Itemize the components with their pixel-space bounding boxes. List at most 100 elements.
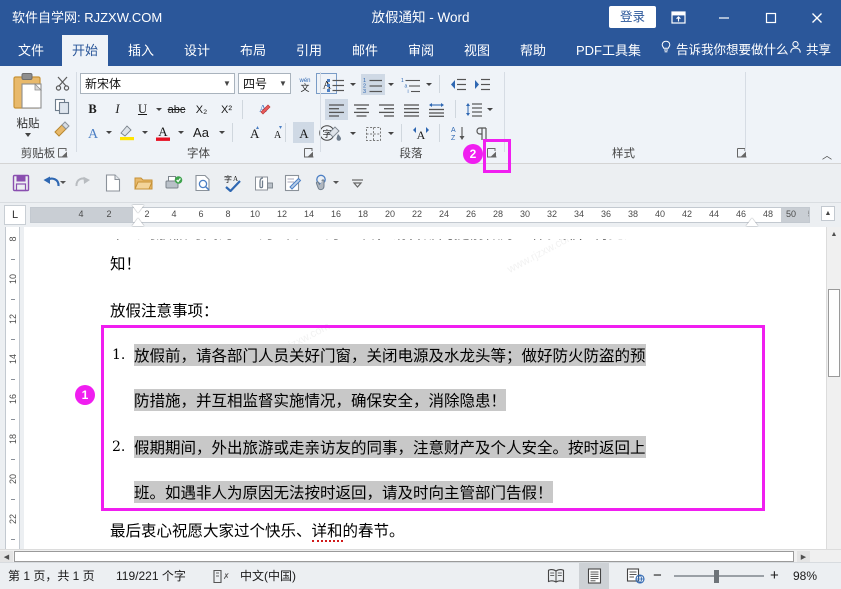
web-layout-icon[interactable] <box>620 563 650 589</box>
paste-dropdown-arrow[interactable] <box>25 133 31 137</box>
horizontal-ruler[interactable]: L 42246810121416182022242628303234363840… <box>0 203 841 227</box>
justify-button[interactable] <box>400 99 423 120</box>
borders-button[interactable] <box>363 123 384 144</box>
shading-dropdown-arrow[interactable] <box>347 123 358 144</box>
vertical-scrollbar[interactable]: ▲ ▼ <box>826 227 841 560</box>
print-layout-icon[interactable] <box>579 563 609 589</box>
font-size-combo[interactable]: 四号 ▼ <box>238 73 291 94</box>
asian-layout-button[interactable]: A <box>409 123 433 144</box>
language-indicator[interactable]: 中文(中国) <box>240 563 296 589</box>
phonetic-guide-button[interactable]: wén文 <box>294 73 315 94</box>
redo-button[interactable] <box>70 170 96 196</box>
align-center-button[interactable] <box>350 99 373 120</box>
zoom-in-button[interactable]: + <box>770 563 779 589</box>
tab-help[interactable]: 帮助 <box>510 35 556 66</box>
multilevel-list-button[interactable]: 1ai <box>399 74 423 95</box>
tab-references[interactable]: 引用 <box>286 35 332 66</box>
scroll-right-arrow-icon[interactable]: ▶ <box>797 551 810 562</box>
tab-insert[interactable]: 插入 <box>118 35 164 66</box>
strikethrough-button[interactable]: abc <box>166 99 187 120</box>
page-indicator[interactable]: 第 1 页，共 1 页 <box>8 563 95 589</box>
tab-design[interactable]: 设计 <box>174 35 220 66</box>
touch-mode-dropdown-arrow[interactable] <box>331 178 340 187</box>
underline-button[interactable]: U <box>132 99 153 120</box>
login-button[interactable]: 登录 <box>609 6 656 28</box>
borders-dropdown-arrow[interactable] <box>385 123 396 144</box>
tab-view[interactable]: 视图 <box>454 35 500 66</box>
distribute-button[interactable] <box>425 99 448 120</box>
edit-document-button[interactable] <box>280 170 306 196</box>
vertical-ruler-track[interactable]: 810121416182022 <box>5 227 20 560</box>
spelling-check-button[interactable]: 字A <box>220 170 246 196</box>
maximize-icon[interactable] <box>748 0 793 35</box>
shading-button[interactable] <box>325 123 346 144</box>
zoom-slider[interactable] <box>674 575 764 577</box>
proofing-errors-icon[interactable]: ✗ <box>205 563 235 589</box>
tab-stop-selector[interactable]: L <box>4 205 26 225</box>
tab-layout[interactable]: 布局 <box>230 35 276 66</box>
character-shading-button[interactable]: A <box>293 122 314 143</box>
vertical-ruler[interactable]: 810121416182022 <box>0 227 24 560</box>
save-button[interactable] <box>8 170 34 196</box>
font-dialog-launcher[interactable] <box>303 147 316 160</box>
highlight-dropdown-arrow[interactable] <box>139 122 150 143</box>
text-effects-button[interactable]: A <box>82 122 103 143</box>
increase-indent-button[interactable] <box>471 74 492 95</box>
bullets-dropdown-arrow[interactable] <box>347 74 358 95</box>
change-case-button[interactable]: Aa <box>188 122 214 143</box>
text-highlight-button[interactable] <box>116 122 137 143</box>
tab-mailings[interactable]: 邮件 <box>342 35 388 66</box>
font-color-button[interactable]: A <box>152 122 173 143</box>
copy-button[interactable] <box>50 95 74 117</box>
numbering-dropdown-arrow[interactable] <box>385 74 396 95</box>
minimize-icon[interactable] <box>701 0 746 35</box>
scroll-left-arrow-icon[interactable]: ◀ <box>0 551 13 562</box>
scroll-up-icon[interactable]: ▲ <box>821 206 835 221</box>
numbered-list-button[interactable]: 123 <box>361 74 385 95</box>
horizontal-scrollbar[interactable]: ◀ ▶ <box>0 549 841 563</box>
right-indent-marker[interactable] <box>746 218 758 226</box>
tab-file[interactable]: 文件 <box>8 35 54 66</box>
font-name-combo[interactable]: 新宋体 ▼ <box>80 73 235 94</box>
customize-toolbar-button[interactable] <box>344 170 370 196</box>
align-right-button[interactable] <box>375 99 398 120</box>
open-button[interactable] <box>130 170 156 196</box>
email-attachment-button[interactable] <box>250 170 276 196</box>
first-line-indent-marker[interactable] <box>132 205 144 213</box>
multilevel-dropdown-arrow[interactable] <box>423 74 434 95</box>
vertical-scroll-thumb[interactable] <box>828 289 840 377</box>
underline-dropdown-arrow[interactable] <box>153 99 164 120</box>
clear-formatting-button[interactable]: A <box>252 99 273 120</box>
word-count[interactable]: 119/221 个字 <box>116 563 186 589</box>
collapse-ribbon-icon[interactable]: ︿ <box>819 147 835 161</box>
ribbon-display-options-icon[interactable] <box>656 0 701 35</box>
ruler-track[interactable]: 4224681012141618202224262830323436384042… <box>30 207 810 223</box>
bullet-list-button[interactable] <box>325 74 346 95</box>
format-painter-button[interactable] <box>50 118 74 140</box>
close-icon[interactable] <box>794 0 839 35</box>
tab-review[interactable]: 审阅 <box>398 35 444 66</box>
clipboard-dialog-launcher[interactable] <box>57 147 70 160</box>
tab-home[interactable]: 开始 <box>62 35 108 66</box>
hanging-indent-marker[interactable] <box>132 218 144 226</box>
undo-dropdown-arrow[interactable] <box>58 178 67 187</box>
quick-print-button[interactable] <box>160 170 186 196</box>
scroll-up-arrow-icon[interactable]: ▲ <box>828 228 840 241</box>
change-case-dropdown-arrow[interactable] <box>216 122 227 143</box>
subscript-button[interactable]: X₂ <box>191 99 212 120</box>
horizontal-scroll-thumb[interactable] <box>14 551 794 562</box>
superscript-button[interactable]: X² <box>216 99 237 120</box>
align-left-button[interactable] <box>325 99 348 120</box>
zoom-level[interactable]: 98% <box>793 563 817 589</box>
cut-button[interactable] <box>50 72 74 94</box>
paste-button[interactable]: 粘贴 <box>6 72 50 146</box>
text-effects-dropdown-arrow[interactable] <box>103 122 114 143</box>
share-button[interactable]: 共享 <box>789 35 831 66</box>
show-formatting-marks-button[interactable] <box>471 123 492 144</box>
document-canvas[interactable]: www.rjzxw.com www.rjzxw.com 本公司放假时间为：2月3… <box>24 227 827 560</box>
line-spacing-button[interactable] <box>463 99 484 120</box>
document-page[interactable]: www.rjzxw.com www.rjzxw.com 本公司放假时间为：2月3… <box>24 227 809 560</box>
font-color-dropdown-arrow[interactable] <box>175 122 186 143</box>
zoom-slider-thumb[interactable] <box>714 570 719 583</box>
grow-font-button[interactable]: A <box>241 122 262 143</box>
